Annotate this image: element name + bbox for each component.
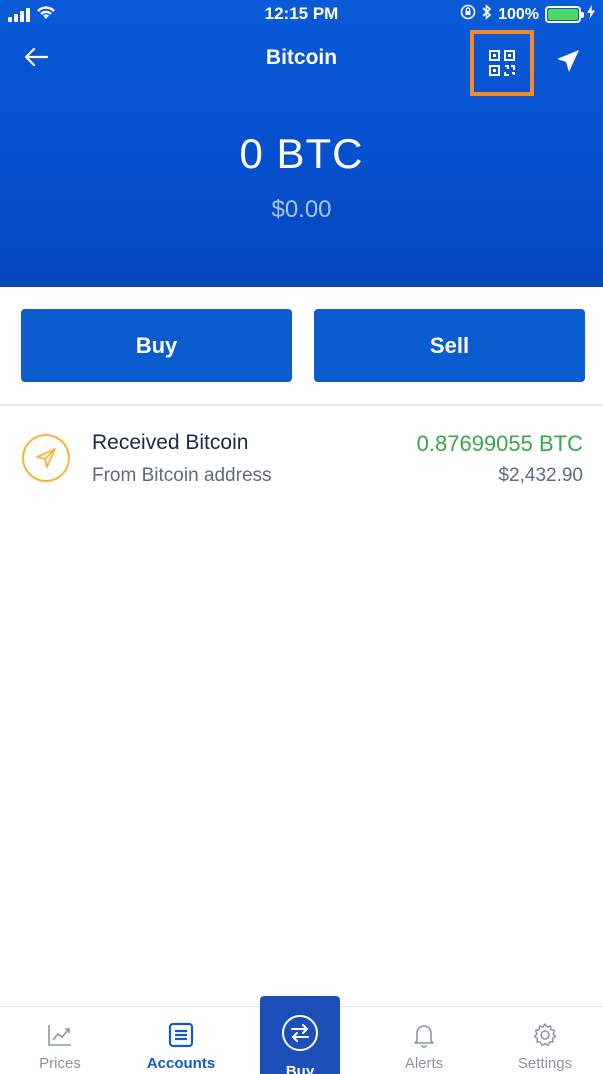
tab-settings-label: Settings	[517, 1055, 573, 1072]
send-button[interactable]	[548, 44, 588, 78]
tab-prices-label: Prices	[39, 1055, 81, 1072]
gear-icon	[533, 1023, 557, 1047]
transaction-amount: 0.87699055 BTC	[416, 431, 583, 456]
orientation-lock-icon	[460, 4, 476, 25]
tab-alerts[interactable]: Alerts	[364, 1007, 484, 1074]
tab-settings[interactable]: Settings	[485, 1007, 603, 1074]
status-right: 100%	[460, 4, 595, 25]
tab-alerts-label: Alerts	[404, 1055, 444, 1072]
exchange-icon	[282, 1015, 318, 1051]
bell-icon	[414, 1025, 434, 1048]
battery-icon	[545, 6, 584, 23]
balance-fiat: $0.00	[271, 196, 332, 223]
header: 12:15 PM 100% Bitcoin 0 BTC $0.00	[0, 0, 603, 287]
transaction-row[interactable]: Received Bitcoin From Bitcoin address 0.…	[0, 406, 603, 510]
nav-bar: Bitcoin	[0, 30, 603, 96]
sell-button[interactable]: Sell	[314, 309, 585, 382]
transaction-title: Received Bitcoin	[92, 431, 249, 454]
status-bar: 12:15 PM 100%	[0, 0, 603, 30]
transaction-fiat: $2,432.90	[498, 465, 583, 486]
battery-percent: 100%	[498, 5, 539, 23]
balance-crypto: 0 BTC	[239, 130, 364, 177]
charging-icon	[587, 5, 595, 24]
buy-button[interactable]: Buy	[21, 309, 292, 382]
tab-buy-label: Buy	[285, 1063, 315, 1074]
transaction-subtitle: From Bitcoin address	[92, 465, 272, 486]
accounts-icon	[168, 1022, 194, 1048]
tab-buy[interactable]: Buy	[260, 996, 340, 1074]
bluetooth-icon	[482, 4, 492, 25]
qr-code-icon	[489, 50, 515, 76]
tab-accounts-label: Accounts	[146, 1055, 216, 1072]
app: 12:15 PM 100% Bitcoin 0 BTC $0.00 Buy Se…	[0, 0, 603, 1074]
qr-code-button[interactable]	[470, 30, 534, 96]
tab-accounts[interactable]: Accounts	[121, 1007, 241, 1074]
received-icon	[22, 434, 70, 482]
send-icon	[557, 50, 579, 72]
chart-icon	[48, 1025, 71, 1046]
tab-prices[interactable]: Prices	[0, 1007, 120, 1074]
